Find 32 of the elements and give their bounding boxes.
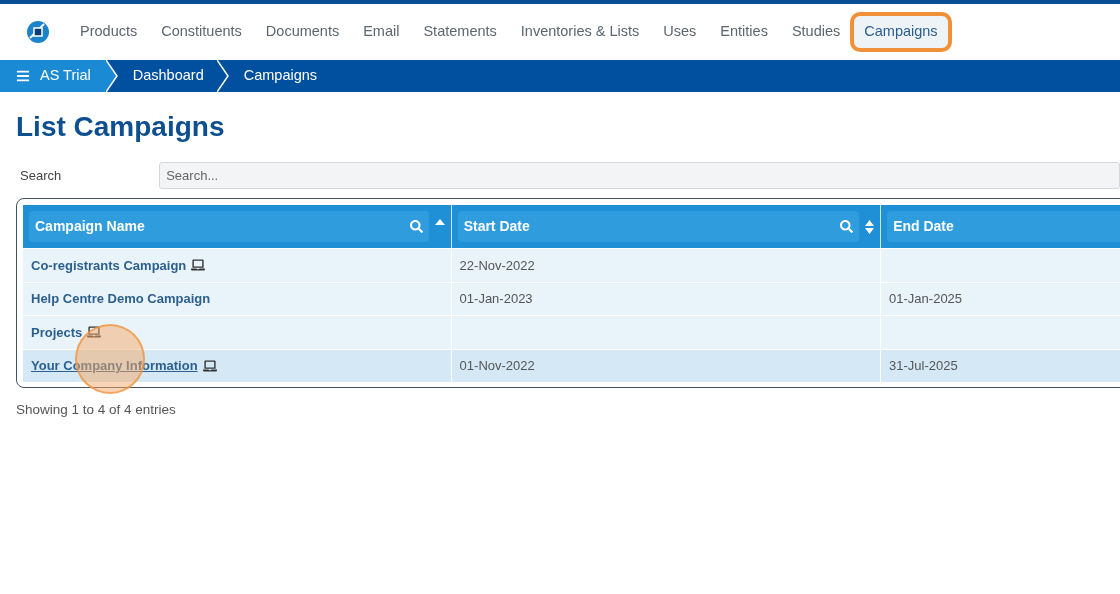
nav-link[interactable]: Inventories & Lists [510, 16, 650, 48]
nav-link[interactable]: Documents [255, 16, 350, 48]
breadcrumb-link[interactable]: Campaigns [243, 65, 318, 87]
logo-icon[interactable] [26, 20, 50, 44]
sort-ascending-icon[interactable] [434, 219, 445, 225]
table-row[interactable]: Help Centre Demo Campaign 01-Jan-2023 01-Jan-2025 [23, 281, 1120, 315]
nav-link[interactable]: Products [70, 16, 148, 48]
table-row[interactable]: Projects [23, 315, 1120, 349]
campaign-link[interactable]: Projects [31, 322, 83, 342]
campaign-link[interactable]: Co-registrants Campaign [31, 255, 187, 275]
nav-link[interactable]: Studies [781, 16, 851, 48]
table-cell-text: 31-Jul-2025 [889, 357, 958, 375]
table-cell-text: 22-Nov-2022 [459, 256, 535, 275]
breadcrumb-link[interactable]: Dashboard [132, 65, 204, 87]
page-title: List Campaigns [16, 110, 226, 144]
search-icon[interactable] [409, 220, 423, 233]
nav-link[interactable]: Entities [710, 16, 778, 48]
table-cell-text: 01-Nov-2022 [459, 357, 535, 375]
sort-icon[interactable] [865, 219, 875, 234]
nav-link[interactable]: Uses [653, 16, 707, 48]
nav-link[interactable]: Constituents [151, 16, 252, 48]
search-field[interactable]: Search... [159, 162, 1120, 189]
entries-info: Showing 1 to 4 of 4 entries [16, 401, 177, 419]
search-icon[interactable] [840, 220, 854, 233]
campaign-link[interactable]: Help Centre Demo Campaign [31, 289, 211, 309]
search-label: Search [20, 166, 63, 185]
nav-link[interactable]: Statements [413, 16, 507, 48]
table-cell-text: 01-Jan-2025 [889, 290, 963, 308]
nav-link[interactable]: Email [353, 16, 410, 48]
table-row[interactable]: Co-registrants Campaign 22-Nov-2022 [23, 248, 1120, 282]
menu-icon[interactable] [16, 69, 30, 83]
table-cell-text: 01-Jan-2023 [459, 290, 533, 308]
